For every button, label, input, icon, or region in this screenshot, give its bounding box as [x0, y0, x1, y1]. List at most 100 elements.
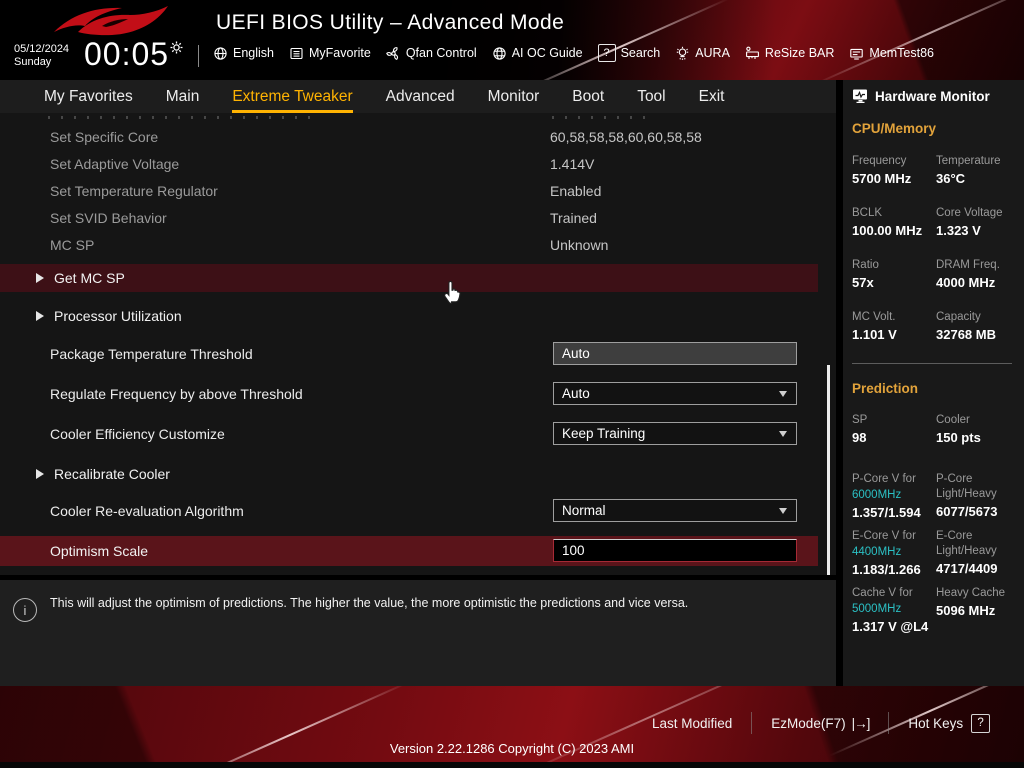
dropdown-value: Normal	[562, 503, 606, 518]
menu-item-memtest86[interactable]: MemTest86	[849, 46, 934, 61]
hand-cursor	[444, 280, 461, 305]
stat-value: 5700 MHz	[852, 171, 912, 186]
cooler-efficiency-dropdown[interactable]: Keep Training	[553, 422, 797, 445]
prediction-stats: SP 98 Cooler 150 pts	[852, 414, 1018, 466]
monitor-icon	[853, 89, 867, 103]
row-processor-utilization[interactable]: Processor Utilization	[0, 306, 818, 326]
menu-label: MyFavorite	[309, 46, 371, 60]
menu-item-ai-oc-guide[interactable]: AI OC Guide	[492, 46, 583, 61]
menu-item-myfavorite[interactable]: MyFavorite	[289, 46, 371, 61]
hot-keys-label: Hot Keys	[908, 715, 964, 731]
option-value: Enabled	[550, 183, 602, 199]
scrollbar-thumb[interactable]	[827, 365, 830, 575]
fan-icon	[385, 46, 398, 60]
app-title: UEFI BIOS Utility – Advanced Mode	[216, 11, 565, 34]
stat-label: P-Core	[936, 473, 973, 485]
tab-exit[interactable]: Exit	[699, 88, 725, 113]
row-label: Optimism Scale	[50, 543, 149, 559]
stat-label: Ratio	[852, 259, 879, 271]
last-modified-button[interactable]: Last Modified	[652, 716, 732, 731]
stat-value: 1.323 V	[936, 223, 981, 238]
optimism-scale-input[interactable]	[553, 539, 797, 562]
option-value: 60,58,58,58,60,60,58,58	[550, 129, 702, 145]
hot-keys-button[interactable]: Hot Keys ?	[908, 713, 991, 733]
stat: Frequency 5700 MHz	[852, 155, 936, 186]
stat-label: MC Volt.	[852, 311, 896, 323]
hardware-monitor-panel: Hardware Monitor CPU/Memory Frequency 57…	[843, 80, 1024, 686]
help-panel: i This will adjust the optimism of predi…	[0, 580, 836, 686]
menu-label: ReSize BAR	[764, 46, 835, 60]
version-text: Version 2.22.1286 Copyright (C) 2023 AMI	[389, 741, 635, 756]
field-label: Package Temperature Threshold	[50, 346, 253, 362]
option-value: Unknown	[550, 237, 609, 253]
section-prediction: Prediction	[852, 381, 919, 396]
menu-label: AURA	[695, 46, 730, 60]
dropdown-value: Auto	[562, 386, 590, 401]
cooler-algorithm-dropdown[interactable]: Normal	[553, 499, 797, 522]
aura-lamp-icon	[676, 46, 689, 60]
stat-value: 1.101 V	[852, 327, 897, 342]
option-label: MC SP	[50, 237, 95, 253]
stat-label: DRAM Freq.	[936, 259, 1000, 271]
tab-advanced[interactable]: Advanced	[386, 88, 455, 113]
menu-item-english[interactable]: English	[213, 46, 274, 61]
menu-label: Qfan Control	[405, 46, 477, 60]
tab-my-favorites[interactable]: My Favorites	[44, 88, 133, 113]
tab-boot[interactable]: Boot	[572, 88, 604, 113]
globe-icon	[214, 46, 227, 60]
stat: Ratio 57x	[852, 259, 936, 290]
stat-value: 1.317 V @L4	[852, 619, 929, 634]
stat-label: SP	[852, 414, 868, 426]
row-get-mc-sp[interactable]: Get MC SP	[0, 264, 818, 292]
favorites-list-icon	[290, 47, 303, 59]
question-mark-icon: ?	[971, 713, 991, 733]
main-nav: My Favorites Main Extreme Tweaker Advanc…	[0, 80, 836, 113]
ezmode-button[interactable]: EzMode(F7) |→]	[771, 715, 871, 731]
stat-label: Core Voltage	[936, 207, 1003, 219]
last-modified-label: Last Modified	[652, 715, 733, 731]
submenu-arrow-icon	[36, 273, 44, 283]
day-value: Sunday	[14, 56, 52, 68]
stat: Temperature 36°C	[936, 155, 1018, 186]
stat-value: 1.357/1.594	[852, 505, 921, 520]
panel-title: Hardware Monitor	[875, 88, 990, 104]
field-label: Cooler Efficiency Customize	[50, 426, 225, 442]
menu-item-qfan-control[interactable]: Qfan Control	[385, 46, 477, 61]
row-recalibrate-cooler[interactable]: Recalibrate Cooler	[0, 464, 818, 484]
options-panel: Set Specific Core 60,58,58,58,60,60,58,5…	[0, 113, 836, 575]
tab-main[interactable]: Main	[166, 88, 200, 113]
package-temperature-threshold-input[interactable]	[553, 342, 797, 365]
menu-item-search[interactable]: ? Search	[597, 44, 660, 62]
clipped-row	[552, 116, 652, 119]
dropdown-value: Keep Training	[562, 426, 646, 441]
stat: DRAM Freq. 4000 MHz	[936, 259, 1018, 290]
stat-value: 1.183/1.266	[852, 562, 921, 577]
stat-value: 5096 MHz	[936, 603, 996, 618]
stat-value: 98	[852, 430, 867, 445]
chevron-down-icon	[779, 431, 787, 437]
stat-frequency: 4400MHz	[852, 546, 902, 558]
tab-monitor[interactable]: Monitor	[488, 88, 540, 113]
clock-settings-button[interactable]	[170, 41, 183, 59]
stat: MC Volt. 1.101 V	[852, 311, 936, 342]
menu-item-resize-bar[interactable]: ReSize BAR	[745, 46, 834, 61]
tab-extreme-tweaker[interactable]: Extreme Tweaker	[232, 88, 353, 113]
regulate-frequency-dropdown[interactable]: Auto	[553, 382, 797, 405]
stat-label: E-Core V for	[852, 530, 916, 542]
tab-tool[interactable]: Tool	[637, 88, 665, 113]
stat: E-Core Light/Heavy 4717/4409	[936, 529, 1018, 579]
stat: Cooler 150 pts	[936, 414, 1018, 445]
stat: E-Core V for 4400MHz 1.183/1.266	[852, 529, 936, 579]
stat-label: Frequency	[852, 155, 907, 167]
stat-value: 4717/4409	[936, 561, 998, 576]
date-display: 05/12/2024 Sunday	[14, 43, 69, 69]
menu-item-aura[interactable]: AURA	[675, 46, 730, 61]
date-value: 05/12/2024	[14, 43, 70, 55]
ezmode-exit-icon: |→]	[851, 715, 871, 731]
option-label: Set Specific Core	[50, 129, 159, 145]
stat: P-Core V for 6000MHz 1.357/1.594	[852, 472, 936, 522]
stat-frequency: 5000MHz	[852, 603, 902, 615]
stat-label: Cooler	[936, 414, 970, 426]
hardware-monitor-header: Hardware Monitor	[852, 88, 1018, 104]
menu-label: English	[233, 46, 274, 60]
